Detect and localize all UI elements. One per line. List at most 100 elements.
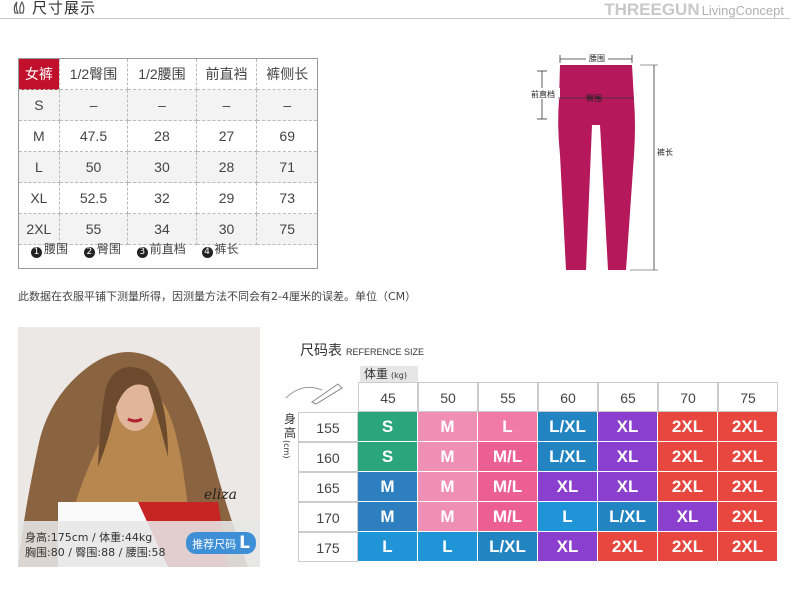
size-cell: XL bbox=[538, 532, 598, 562]
size-cell: M bbox=[358, 502, 418, 532]
table-cell: L bbox=[19, 151, 60, 183]
measurement-note: 此数据在衣服平铺下测量所得，因测量方法不同会有2-4厘米的误差。单位（CM） bbox=[18, 290, 417, 303]
table-row: L 50 30 28 71 bbox=[19, 151, 317, 183]
brand-logo-icon bbox=[13, 0, 25, 14]
size-cell: 2XL bbox=[718, 532, 778, 562]
size-cell: M/L bbox=[478, 502, 538, 532]
hip-label: 臀围 bbox=[586, 94, 602, 103]
size-cell: L/XL bbox=[538, 442, 598, 472]
weight-header: 50 bbox=[418, 382, 478, 412]
model-stats-line1: 身高:175cm / 体重:44kg bbox=[25, 531, 153, 544]
brand-logo: THREEGUN LivingConcept bbox=[604, 0, 784, 20]
front-rise-label: 前直档 bbox=[531, 89, 555, 99]
weight-header: 75 bbox=[718, 382, 778, 412]
size-cell: L bbox=[418, 532, 478, 562]
ref-title-en: REFERENCE SIZE bbox=[346, 347, 425, 357]
pants-diagram: 腰围 前直档 臀围 裤长 bbox=[526, 52, 673, 271]
reference-title: 尺码表 REFERENCE SIZE bbox=[300, 340, 424, 360]
size-cell: M bbox=[418, 472, 478, 502]
ruler-pencil-icon bbox=[285, 383, 343, 405]
legend-label: 臀围 bbox=[96, 242, 121, 256]
size-cell: L/XL bbox=[538, 412, 598, 442]
section-title: 尺寸展示 bbox=[32, 0, 97, 17]
number-badge: 1 bbox=[31, 247, 42, 258]
size-cell: XL bbox=[598, 442, 658, 472]
size-cell: XL bbox=[658, 502, 718, 532]
brand-sub: LivingConcept bbox=[701, 3, 784, 18]
table-cell: M bbox=[19, 120, 60, 152]
table-cell: – bbox=[256, 89, 317, 121]
size-table: 女裤 1/2臀围 1/2腰围 前直裆 裤侧长 S – – – – M 47.5 … bbox=[18, 58, 318, 269]
size-cell: M bbox=[418, 412, 478, 442]
height-header: 170 bbox=[298, 502, 358, 532]
legend-label: 腰围 bbox=[44, 242, 69, 256]
table-cell: 69 bbox=[256, 120, 317, 152]
rec-size: L bbox=[239, 533, 250, 553]
table-header: 裤侧长 bbox=[256, 59, 317, 90]
size-cell: 2XL bbox=[598, 532, 658, 562]
height-header: 155 bbox=[298, 412, 358, 442]
size-cell: 2XL bbox=[718, 472, 778, 502]
table-cell: 71 bbox=[256, 151, 317, 183]
table-cell: 29 bbox=[196, 182, 258, 214]
brand-main: THREEGUN bbox=[604, 0, 700, 19]
rec-label: 推荐尺码 bbox=[192, 538, 237, 551]
size-cell: XL bbox=[598, 412, 658, 442]
height-header: 175 bbox=[298, 532, 358, 562]
table-cell: 30 bbox=[127, 151, 197, 183]
weight-header: 65 bbox=[598, 382, 658, 412]
size-cell: XL bbox=[598, 472, 658, 502]
size-cell: 2XL bbox=[718, 442, 778, 472]
weight-label: 体重 bbox=[364, 367, 389, 381]
size-cell: L bbox=[538, 502, 598, 532]
length-label: 裤长 bbox=[657, 147, 673, 157]
table-cell: 32 bbox=[127, 182, 197, 214]
table-row: S – – – – bbox=[19, 89, 317, 121]
weight-axis-label: 体重 (kg) bbox=[360, 366, 418, 382]
number-badge: 2 bbox=[83, 247, 95, 258]
weight-header: 45 bbox=[358, 382, 418, 412]
table-cell: 75 bbox=[256, 213, 317, 245]
model-caption: 身高:175cm / 体重:44kg 胸围:80 / 臀围:88 / 腰围:58… bbox=[18, 521, 260, 567]
size-cell: M/L bbox=[478, 442, 538, 472]
table-header: 前直裆 bbox=[196, 59, 258, 90]
table-cell: 28 bbox=[127, 120, 197, 152]
table-cell: 28 bbox=[196, 151, 258, 183]
size-cell: XL bbox=[538, 472, 598, 502]
size-cell: M bbox=[418, 442, 478, 472]
height-header: 165 bbox=[298, 472, 358, 502]
size-cell: 2XL bbox=[658, 442, 718, 472]
table-cell: 52.5 bbox=[59, 182, 129, 214]
height-axis-label: 身高 (cm) bbox=[282, 412, 298, 562]
table-cell: 50 bbox=[59, 151, 129, 183]
table-header: 1/2臀围 bbox=[59, 59, 129, 90]
weight-header: 70 bbox=[658, 382, 718, 412]
weight-unit: (kg) bbox=[391, 371, 407, 380]
recommended-size-badge: 推荐尺码 L bbox=[186, 532, 256, 554]
signature-text: eliza bbox=[204, 487, 237, 503]
table-cell: 27 bbox=[196, 120, 258, 152]
table-cell: – bbox=[127, 89, 197, 121]
size-cell: L bbox=[358, 532, 418, 562]
number-badge: 3 bbox=[136, 247, 148, 258]
size-cell: M bbox=[418, 502, 478, 532]
size-cell: 2XL bbox=[658, 532, 718, 562]
table-cell: – bbox=[196, 89, 258, 121]
size-cell: M bbox=[358, 472, 418, 502]
table-row: M 47.5 28 27 69 bbox=[19, 120, 317, 152]
size-cell: 2XL bbox=[658, 412, 718, 442]
height-unit: (cm) bbox=[282, 440, 291, 459]
model-stats-line2: 胸围:80 / 臀围:88 / 腰围:58 bbox=[25, 546, 166, 559]
height-label: 身高 bbox=[283, 412, 296, 440]
size-cell: L/XL bbox=[598, 502, 658, 532]
size-cell: M/L bbox=[478, 472, 538, 502]
height-header: 160 bbox=[298, 442, 358, 472]
table-cell: XL bbox=[19, 182, 60, 214]
size-cell: L/XL bbox=[478, 532, 538, 562]
weight-header: 60 bbox=[538, 382, 598, 412]
header-bar: 尺寸展示 THREEGUN LivingConcept bbox=[0, 0, 790, 19]
size-cell: 2XL bbox=[658, 472, 718, 502]
weight-header: 55 bbox=[478, 382, 538, 412]
number-badge: 4 bbox=[201, 247, 213, 258]
size-cell: 2XL bbox=[718, 412, 778, 442]
